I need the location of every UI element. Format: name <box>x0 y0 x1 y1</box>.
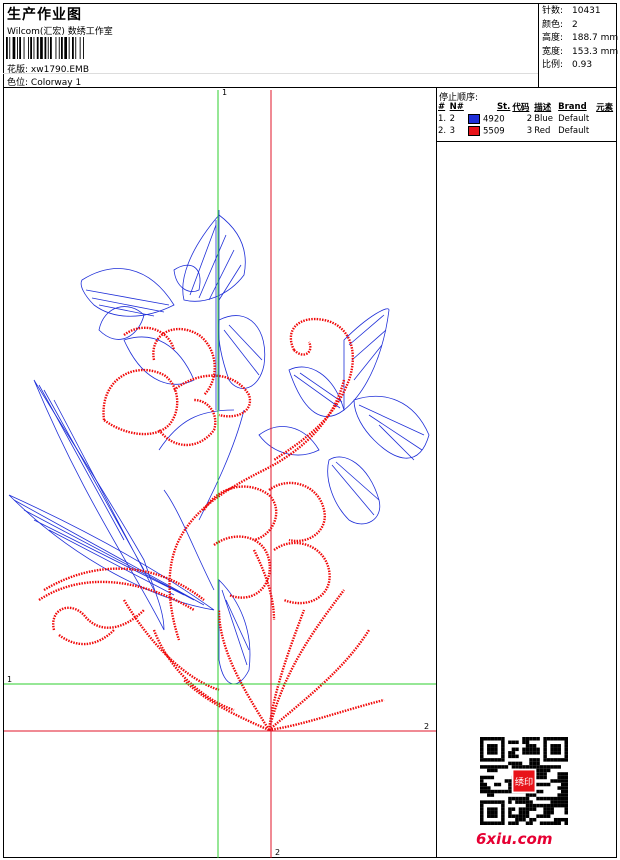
color-swatch <box>468 113 481 124</box>
col-header: 描述 <box>534 103 552 113</box>
col-header: N# <box>449 102 464 112</box>
row-code: 5509 <box>483 126 505 137</box>
company-name: Wilcom(汇宏) 数绣工作室 <box>7 27 113 37</box>
stats-divider <box>538 3 539 87</box>
stat-row: 高度: 188.7 mm <box>542 32 618 46</box>
stat-row: 颜色: 2 <box>542 19 618 33</box>
stat-row: 比例: 0.93 <box>542 59 618 73</box>
table-header-row: # N# St. 代码 描述 Brand 元素 <box>437 101 617 113</box>
row-num: 1. <box>438 114 447 124</box>
qr-code: 绣印 <box>480 737 568 825</box>
stat-value: 10431 <box>572 6 601 16</box>
col-header: # <box>438 102 446 112</box>
stat-value: 2 <box>572 19 578 30</box>
row-st: 3 <box>526 126 533 136</box>
table-divider <box>436 141 617 142</box>
row-code-cell: 5509 <box>467 125 511 137</box>
embroidery-preview <box>4 90 436 858</box>
stat-value: 153.3 mm <box>572 46 619 57</box>
stat-label: 高度: <box>542 33 564 43</box>
stat-row: 宽度: 153.3 mm <box>542 46 618 60</box>
row-brand: Default <box>558 114 590 124</box>
stat-label: 比例: <box>542 60 564 70</box>
red-guide-label-right: 2 <box>424 722 430 731</box>
stat-value: 188.7 mm <box>572 33 619 43</box>
row-element <box>595 125 617 137</box>
red-guide-label-bottom: 2 <box>275 848 281 857</box>
design-file-label: 花版: <box>7 65 29 75</box>
stat-label: 颜色: <box>542 19 564 30</box>
color-swatch <box>468 125 481 136</box>
header-divider <box>3 87 617 88</box>
row-desc: Blue <box>534 114 554 124</box>
row-n: 3 <box>449 126 456 136</box>
design-stats: 针数: 10431 颜色: 2 高度: 188.7 mm 宽度: 153.3 mm 比例… <box>542 5 618 73</box>
stamp-text: 绣印 <box>515 776 533 788</box>
barcode <box>6 37 84 59</box>
row-desc: Red <box>534 126 551 136</box>
row-st: 2 <box>526 114 533 124</box>
sidebar-divider <box>436 87 437 858</box>
colorway-row: 色位: Colorway 1 <box>7 75 81 88</box>
row-code-cell: 4920 <box>467 113 511 125</box>
row-num: 2. <box>438 126 447 136</box>
col-header: St. <box>496 102 511 112</box>
table-row: 1. 2 4920 2 Blue Default <box>437 113 617 125</box>
stat-label: 宽度: <box>542 46 564 57</box>
colorway-label: 色位: <box>7 78 29 88</box>
col-header: 代码 <box>512 103 530 113</box>
stat-value: 0.93 <box>572 60 593 70</box>
table-row: 2. 3 5509 3 Red Default <box>437 125 617 137</box>
stat-row: 针数: 10431 <box>542 5 618 19</box>
colorway-value: Colorway 1 <box>30 78 82 88</box>
page-title: 生产作业图 <box>7 7 82 23</box>
col-header: 元素 <box>596 103 614 113</box>
green-guide-label-top: 1 <box>222 88 228 97</box>
green-guide-label-left: 1 <box>7 675 13 684</box>
row-element <box>595 113 617 125</box>
row-brand: Default <box>558 126 590 136</box>
blue-iris-stitches <box>8 210 430 685</box>
col-header: Brand <box>558 102 587 112</box>
color-stop-table: # N# St. 代码 描述 Brand 元素 1. 2 4920 2 Blue… <box>437 101 617 137</box>
design-file-row: 花版: xw1790.EMB <box>7 62 89 75</box>
row-n: 2 <box>449 114 456 124</box>
stat-label: 针数: <box>542 6 564 16</box>
design-file-value: xw1790.EMB <box>30 65 89 75</box>
watermark-brand: 6xiu.com <box>476 830 553 848</box>
red-flower-stitches <box>38 317 385 732</box>
row-code: 4920 <box>483 114 505 125</box>
